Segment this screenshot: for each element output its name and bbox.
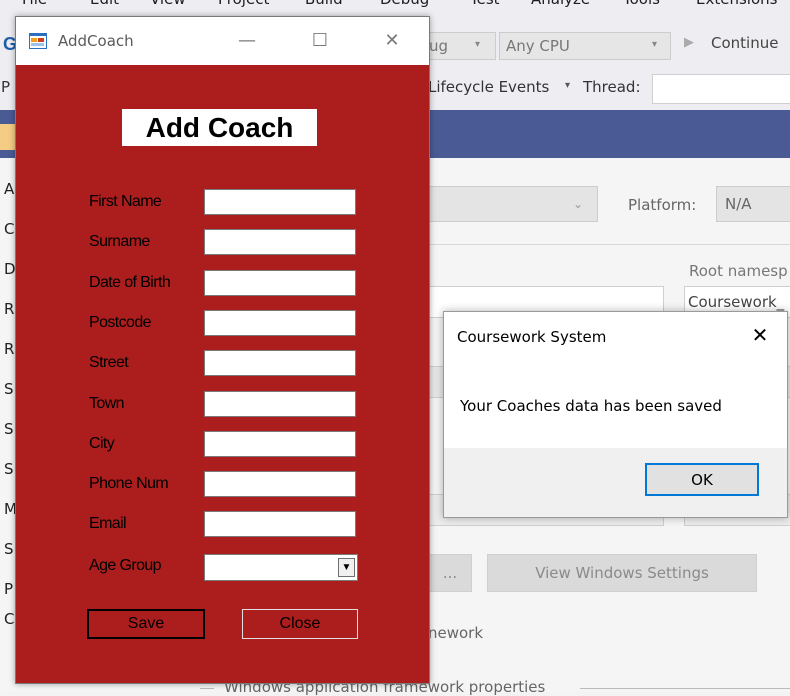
view-windows-settings-label: View Windows Settings	[535, 564, 709, 582]
close-button[interactable]: Close	[242, 609, 358, 639]
message-box: Coursework System ✕ Your Coaches data ha…	[443, 311, 788, 518]
postcode-label: Postcode	[89, 314, 152, 331]
thread-combo[interactable]	[652, 74, 790, 104]
email-label: Email	[89, 515, 127, 532]
play-icon: ▶	[684, 34, 694, 49]
platform-label: Platform:	[628, 196, 697, 214]
root-namespace-label: Root namesp	[689, 262, 788, 280]
email-field[interactable]	[204, 511, 356, 537]
lifecycle-events-button[interactable]: Lifecycle Events	[428, 78, 549, 96]
chevron-down-icon: ▾	[475, 39, 481, 50]
minimize-icon[interactable]: —	[227, 25, 267, 55]
tab-label[interactable]: P	[4, 580, 13, 598]
close-icon[interactable]: ✕	[372, 25, 412, 55]
street-label: Street	[89, 354, 129, 371]
tab-label[interactable]: A	[4, 180, 14, 198]
first-name-field[interactable]	[204, 189, 356, 215]
date-of-birth-field[interactable]	[204, 270, 356, 296]
property-tab-list: A C D R R S S S M S P C	[0, 174, 17, 628]
window-title: AddCoach	[58, 32, 134, 50]
maximize-icon[interactable]: ☐	[300, 25, 340, 55]
vs-left-glyph: P	[1, 78, 11, 96]
chevron-down-icon: ⌄	[573, 197, 584, 211]
city-field[interactable]	[204, 431, 356, 457]
tab-label[interactable]: S	[4, 420, 14, 438]
platform-combo[interactable]: Any CPU ▾	[499, 32, 671, 60]
tab-label[interactable]: C	[4, 610, 14, 628]
city-label: City	[89, 435, 115, 452]
ellipsis-button[interactable]: ...	[428, 554, 472, 592]
postcode-field[interactable]	[204, 310, 356, 336]
tab-label[interactable]: C	[4, 220, 14, 238]
addcoach-window: AddCoach — ☐ ✕ Add Coach First Name Surn…	[15, 16, 430, 684]
message-text: Your Coaches data has been saved	[460, 397, 722, 415]
phone-num-field[interactable]	[204, 471, 356, 497]
platform-select[interactable]: N/A	[716, 186, 790, 222]
root-namespace-value: Coursework_	[688, 293, 785, 311]
view-windows-settings-button[interactable]: View Windows Settings	[487, 554, 757, 592]
configuration-combo[interactable]: ⌄	[428, 186, 598, 222]
tab-label[interactable]: S	[4, 460, 14, 478]
form-heading: Add Coach	[122, 109, 317, 146]
surname-label: Surname	[89, 233, 150, 250]
first-name-label: First Name	[89, 193, 162, 210]
tab-label[interactable]: R	[4, 300, 14, 318]
chevron-down-icon: ▾	[652, 39, 658, 50]
menu-build[interactable]: Build	[305, 0, 343, 8]
chevron-down-icon: ▾	[565, 80, 571, 91]
config-combo-value: ug	[429, 37, 449, 55]
menu-analyze[interactable]: Analyze	[531, 0, 590, 8]
divider	[580, 688, 790, 689]
menu-edit[interactable]: Edit	[90, 0, 119, 8]
form-app-icon	[29, 33, 47, 49]
surname-field[interactable]	[204, 229, 356, 255]
menu-project[interactable]: Project	[218, 0, 269, 8]
window-title-bar[interactable]: AddCoach — ☐ ✕	[16, 17, 429, 65]
phone-num-label: Phone Num	[89, 475, 169, 492]
menu-extensions[interactable]: Extensions	[696, 0, 777, 8]
save-button[interactable]: Save	[87, 609, 205, 639]
save-button-label: Save	[127, 615, 165, 632]
age-group-label: Age Group	[89, 557, 162, 574]
menu-view[interactable]: View	[150, 0, 186, 8]
thread-label: Thread:	[583, 78, 641, 96]
dropdown-arrow-icon[interactable]: ▼	[338, 558, 355, 577]
town-field[interactable]	[204, 391, 356, 417]
config-combo[interactable]: ug ▾	[428, 32, 496, 60]
tab-label[interactable]: S	[4, 540, 14, 558]
menu-tools[interactable]: Tools	[623, 0, 660, 8]
tab-label[interactable]: S	[4, 380, 14, 398]
tab-label[interactable]: R	[4, 340, 14, 358]
age-group-combo[interactable]: ▼	[204, 554, 358, 581]
divider	[200, 688, 214, 689]
message-box-title: Coursework System	[457, 328, 607, 346]
platform-combo-value: Any CPU	[506, 37, 570, 55]
continue-button[interactable]: Continue	[711, 34, 778, 52]
close-icon[interactable]: ✕	[744, 320, 776, 350]
platform-select-value: N/A	[725, 195, 752, 213]
ok-button-label: OK	[691, 470, 713, 489]
message-box-body: Coursework System ✕ Your Coaches data ha…	[444, 312, 787, 448]
street-field[interactable]	[204, 350, 356, 376]
menu-file[interactable]: File	[22, 0, 47, 8]
ok-button[interactable]: OK	[645, 463, 759, 496]
ellipsis-button-label: ...	[442, 564, 458, 582]
divider	[428, 244, 790, 245]
date-of-birth-label: Date of Birth	[89, 274, 171, 291]
town-label: Town	[89, 395, 125, 412]
close-button-label: Close	[279, 615, 321, 632]
tab-label[interactable]: D	[4, 260, 16, 278]
menu-test[interactable]: Test	[470, 0, 500, 8]
menu-debug[interactable]: Debug	[380, 0, 429, 8]
vs-menubar: File Edit View Project Build Debug Test …	[0, 0, 790, 14]
enable-framework-text: nework	[428, 624, 484, 642]
active-tab[interactable]	[0, 124, 15, 150]
